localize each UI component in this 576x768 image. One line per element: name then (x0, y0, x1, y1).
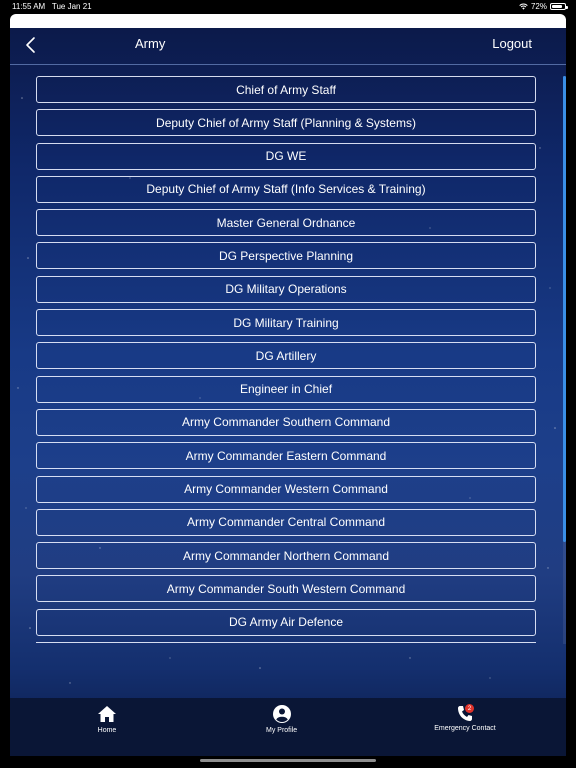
list-item-dcoas-info-services-training[interactable]: Deputy Chief of Army Staff (Info Service… (36, 175, 536, 203)
status-bar: 11:55 AM Tue Jan 21 72% (0, 0, 576, 13)
list-item-partial (36, 642, 536, 645)
page-title: Army (135, 36, 166, 51)
list-item-dg-military-operations[interactable]: DG Military Operations (36, 275, 536, 303)
app-screen: Army Logout Chief of Army Staff Deputy C… (10, 28, 566, 756)
list-item-western-command[interactable]: Army Commander Western Command (36, 475, 536, 503)
user-circle-icon (272, 705, 291, 723)
list-item-dcoas-planning-systems[interactable]: Deputy Chief of Army Staff (Planning & S… (36, 109, 536, 137)
scrollbar-thumb[interactable] (563, 76, 566, 542)
home-icon (98, 706, 116, 722)
tab-profile-label: My Profile (266, 727, 298, 734)
tab-home-label: Home (97, 727, 117, 734)
nav-bar: Army Logout (10, 28, 566, 65)
wifi-icon (519, 3, 528, 10)
status-time: 11:55 AM Tue Jan 21 (12, 2, 92, 11)
chevron-left-icon[interactable] (20, 34, 42, 56)
list-item-dg-artillery[interactable]: DG Artillery (36, 342, 536, 370)
logout-button[interactable]: Logout (492, 36, 532, 51)
tab-home[interactable]: Home (96, 704, 118, 734)
list-item-central-command[interactable]: Army Commander Central Command (36, 508, 536, 536)
list-item-engineer-in-chief[interactable]: Engineer in Chief (36, 375, 536, 403)
emergency-icon-wrap: 2 (430, 704, 500, 722)
home-indicator[interactable] (200, 759, 376, 762)
notification-badge: 2 (465, 704, 474, 713)
list-item-chief-of-army-staff[interactable]: Chief of Army Staff (36, 76, 536, 103)
list-item-dg-military-training[interactable]: DG Military Training (36, 309, 536, 337)
list-item-southern-command[interactable]: Army Commander Southern Command (36, 408, 536, 436)
tab-emergency-contact[interactable]: 2 Emergency Contact (430, 704, 500, 732)
tab-emergency-label: Emergency Contact (434, 725, 496, 732)
tab-my-profile[interactable]: My Profile (266, 704, 297, 734)
scrollbar[interactable] (563, 76, 566, 644)
header-strip (10, 14, 566, 28)
list-item-dg-we[interactable]: DG WE (36, 142, 536, 170)
list-item-dg-perspective-planning[interactable]: DG Perspective Planning (36, 242, 536, 270)
officer-list: Chief of Army Staff Deputy Chief of Army… (36, 76, 536, 642)
list-item-master-general-ordnance[interactable]: Master General Ordnance (36, 209, 536, 237)
list-item-south-western-command[interactable]: Army Commander South Western Command (36, 575, 536, 603)
battery-icon (550, 3, 568, 10)
list-item-eastern-command[interactable]: Army Commander Eastern Command (36, 442, 536, 470)
status-right: 72% (519, 2, 568, 11)
list-item-dg-army-air-defence[interactable]: DG Army Air Defence (36, 608, 536, 636)
tab-bar: Home My Profile 2 Emergency Contact (10, 698, 566, 756)
list-item-northern-command[interactable]: Army Commander Northern Command (36, 542, 536, 570)
battery-percent: 72% (530, 2, 547, 11)
status-date: Tue Jan 21 (51, 2, 92, 11)
